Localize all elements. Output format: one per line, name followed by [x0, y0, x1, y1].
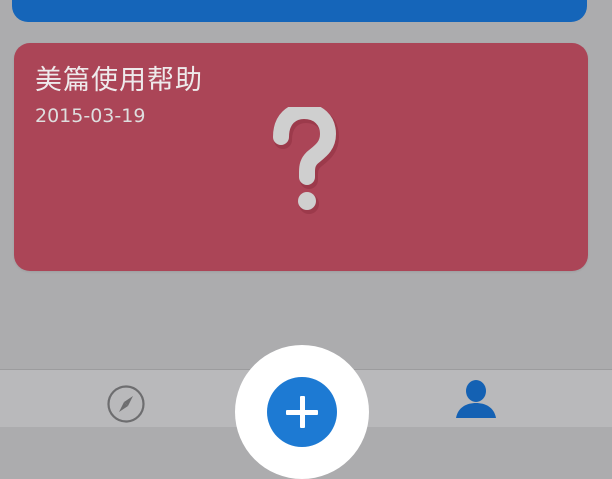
- question-mark-icon: [273, 107, 340, 214]
- top-article-card[interactable]: [12, 0, 587, 22]
- article-title: 美篇使用帮助: [35, 65, 203, 96]
- person-icon[interactable]: [455, 378, 497, 426]
- add-article-button[interactable]: [267, 377, 337, 447]
- compass-icon[interactable]: [106, 384, 146, 424]
- article-card-help[interactable]: 美篇使用帮助 2015-03-19: [14, 43, 588, 271]
- article-date: 2015-03-19: [35, 105, 146, 127]
- plus-icon: [286, 396, 318, 428]
